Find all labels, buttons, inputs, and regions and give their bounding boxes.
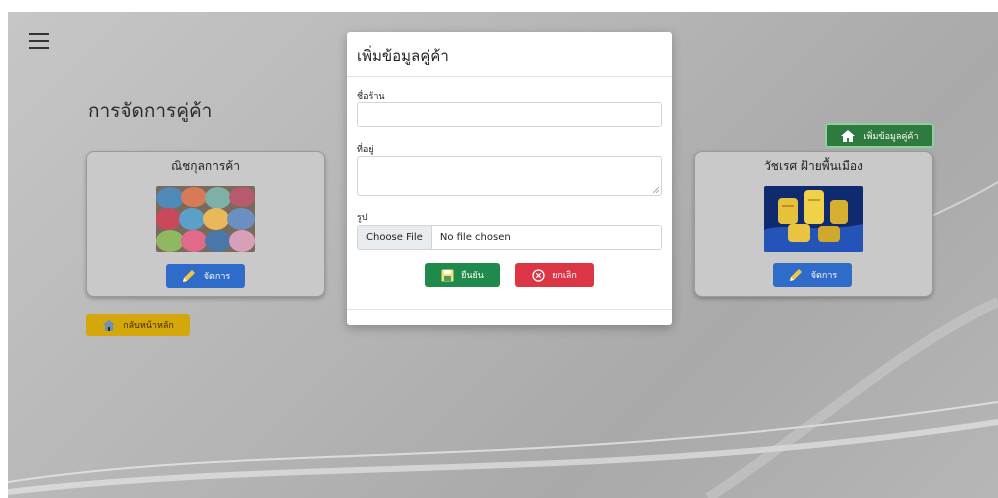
resize-handle-icon[interactable] — [653, 187, 659, 193]
address-textarea[interactable] — [357, 156, 662, 196]
back-home-button[interactable]: กลับหน้าหลัก — [86, 314, 190, 336]
store-icon — [841, 129, 856, 142]
image-label: รูป — [357, 213, 368, 223]
cancel-circle-icon — [532, 268, 545, 282]
manage-button[interactable]: จัดการ — [773, 263, 852, 287]
back-home-label: กลับหน้าหลัก — [123, 321, 174, 331]
modal-title: เพิ่มข้อมูลคู่ค้า — [347, 32, 672, 77]
partner-name: วัชเรศ ฝ้ายพื้นเมือง — [764, 159, 863, 173]
thread-spools-image — [764, 186, 863, 252]
pencil-icon — [789, 269, 802, 281]
image-file-input[interactable]: Choose File No file chosen — [357, 225, 662, 250]
cancel-button[interactable]: ยกเลิก — [515, 263, 594, 287]
partner-name: ณิชกุลการค้า — [170, 159, 241, 173]
partner-card: วัชเรศ ฝ้ายพื้นเมือง จัดการ — [694, 151, 933, 297]
confirm-label: ยืนยัน — [461, 271, 484, 281]
shop-name-label: ชื่อร้าน — [357, 92, 385, 102]
manage-label: จัดการ — [203, 272, 231, 282]
file-status: No file chosen — [439, 232, 511, 243]
address-label: ที่อยู่ — [357, 145, 374, 155]
cancel-label: ยกเลิก — [552, 271, 577, 281]
folded-towels-image — [156, 186, 255, 252]
modal-footer — [347, 309, 672, 325]
menu-icon[interactable] — [29, 33, 49, 51]
home-icon — [103, 319, 116, 331]
manage-label: จัดการ — [810, 271, 838, 281]
page-title: การจัดการคู่ค้า — [88, 100, 213, 122]
choose-file-button[interactable]: Choose File — [358, 226, 432, 249]
add-partner-label: เพิ่มข้อมูลคู่ค้า — [863, 131, 919, 142]
confirm-button[interactable]: ยืนยัน — [425, 263, 500, 287]
partner-card: ณิชกุลการค้า จัดการ — [86, 151, 325, 297]
manage-button[interactable]: จัดการ — [166, 264, 245, 288]
save-icon — [441, 269, 454, 281]
add-partner-button[interactable]: เพิ่มข้อมูลคู่ค้า — [825, 123, 934, 148]
pencil-icon — [182, 270, 195, 282]
shop-name-input[interactable] — [357, 102, 662, 127]
add-partner-modal: เพิ่มข้อมูลคู่ค้า ชื่อร้าน ที่อยู่ รูป C… — [347, 32, 672, 325]
